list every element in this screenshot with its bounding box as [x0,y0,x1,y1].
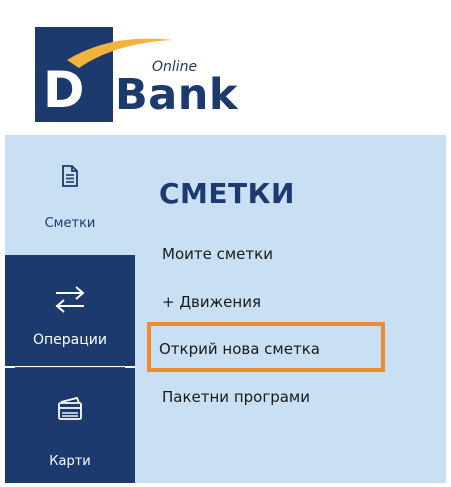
highlight-annotation-box [147,322,385,372]
menu-item-my-accounts[interactable]: Моите сметки [162,244,273,264]
accounts-submenu-panel: СМЕТКИ Моите сметки + Движения Открий но… [135,135,446,483]
rail-item-label: Сметки [44,216,96,231]
rail-item-operations[interactable]: Операции [5,255,135,366]
card-icon [5,395,135,421]
logo-bank-text: Bank [115,70,239,120]
left-nav-rail: Сметки Операции Карти [5,135,135,483]
app-frame: D Online Bank Сметки Операции Карти СМЕТ… [5,5,446,483]
menu-item-transactions[interactable]: + Движения [162,292,261,312]
menu-item-package-programs[interactable]: Пакетни програми [162,387,310,407]
panel-title: СМЕТКИ [159,177,295,210]
rail-item-cards[interactable]: Карти [5,368,135,483]
document-icon [5,165,135,187]
dbank-logo[interactable]: D Online Bank [35,20,245,132]
header: D Online Bank [5,5,446,135]
rail-item-label: Операции [33,332,107,348]
swap-arrows-icon [5,285,135,313]
logo-d-letter: D [43,61,85,119]
rail-item-accounts[interactable]: Сметки [5,135,135,255]
rail-item-label: Карти [49,454,91,469]
